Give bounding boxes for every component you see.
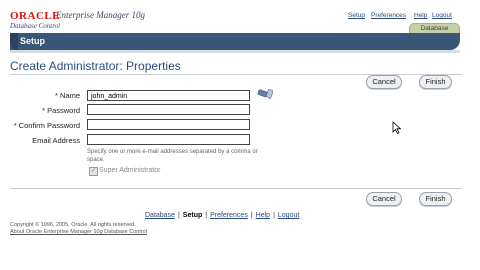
email-label: Email Address bbox=[32, 136, 80, 145]
confirm-password-label: * Confirm Password bbox=[13, 121, 80, 130]
name-input[interactable]: john_admin bbox=[87, 90, 250, 101]
footer-link-setup: Setup bbox=[182, 212, 203, 219]
finish-button-top[interactable]: Finish bbox=[419, 75, 452, 89]
page-title: Create Administrator: Properties bbox=[10, 59, 181, 73]
global-link-logout[interactable]: Logout bbox=[432, 12, 452, 19]
footer-link-database[interactable]: Database bbox=[145, 212, 175, 219]
bottom-divider bbox=[10, 188, 462, 189]
cancel-button-top[interactable]: Cancel bbox=[366, 75, 402, 89]
flashlight-search-icon[interactable] bbox=[257, 88, 273, 100]
section-tab-setup[interactable]: Setup bbox=[20, 36, 45, 46]
global-link-help[interactable]: Help bbox=[414, 12, 427, 19]
password-label: * Password bbox=[42, 106, 80, 115]
password-input[interactable] bbox=[87, 104, 250, 115]
super-admin-label: Super Administrator bbox=[99, 167, 161, 174]
footer-links: Database | Setup | Preferences | Help | Logout bbox=[145, 212, 300, 219]
copyright-text: Copyright © 1996, 2005, Oracle. All righ… bbox=[10, 222, 136, 228]
footer-link-help[interactable]: Help bbox=[256, 212, 270, 219]
super-admin-checkbox[interactable]: ✓ bbox=[89, 167, 98, 176]
copyright-block: Copyright © 1996, 2005, Oracle. All righ… bbox=[10, 222, 147, 236]
oracle-logo: ORACLE bbox=[10, 10, 61, 22]
email-hint: Specify one or more e-mail addresses sep… bbox=[87, 149, 258, 163]
cancel-button-bottom[interactable]: Cancel bbox=[366, 192, 402, 206]
name-label: * Name bbox=[54, 91, 80, 100]
finish-button-bottom[interactable]: Finish bbox=[419, 192, 452, 206]
email-input[interactable] bbox=[87, 134, 250, 145]
footer-link-logout[interactable]: Logout bbox=[278, 212, 299, 219]
setup-band bbox=[10, 33, 460, 50]
global-link-preferences[interactable]: Preferences bbox=[371, 12, 406, 19]
subproduct-name: Database Control bbox=[10, 22, 61, 30]
mouse-cursor-icon bbox=[392, 121, 401, 134]
confirm-password-input[interactable] bbox=[87, 119, 250, 130]
product-name: Enterprise Manager 10g bbox=[56, 10, 145, 20]
band-shadow bbox=[10, 50, 460, 53]
global-link-setup[interactable]: Setup bbox=[348, 12, 365, 19]
footer-link-preferences[interactable]: Preferences bbox=[210, 212, 248, 219]
band-left-edge bbox=[10, 33, 18, 50]
about-link[interactable]: About Oracle Enterprise Manager 10g Data… bbox=[10, 229, 147, 236]
